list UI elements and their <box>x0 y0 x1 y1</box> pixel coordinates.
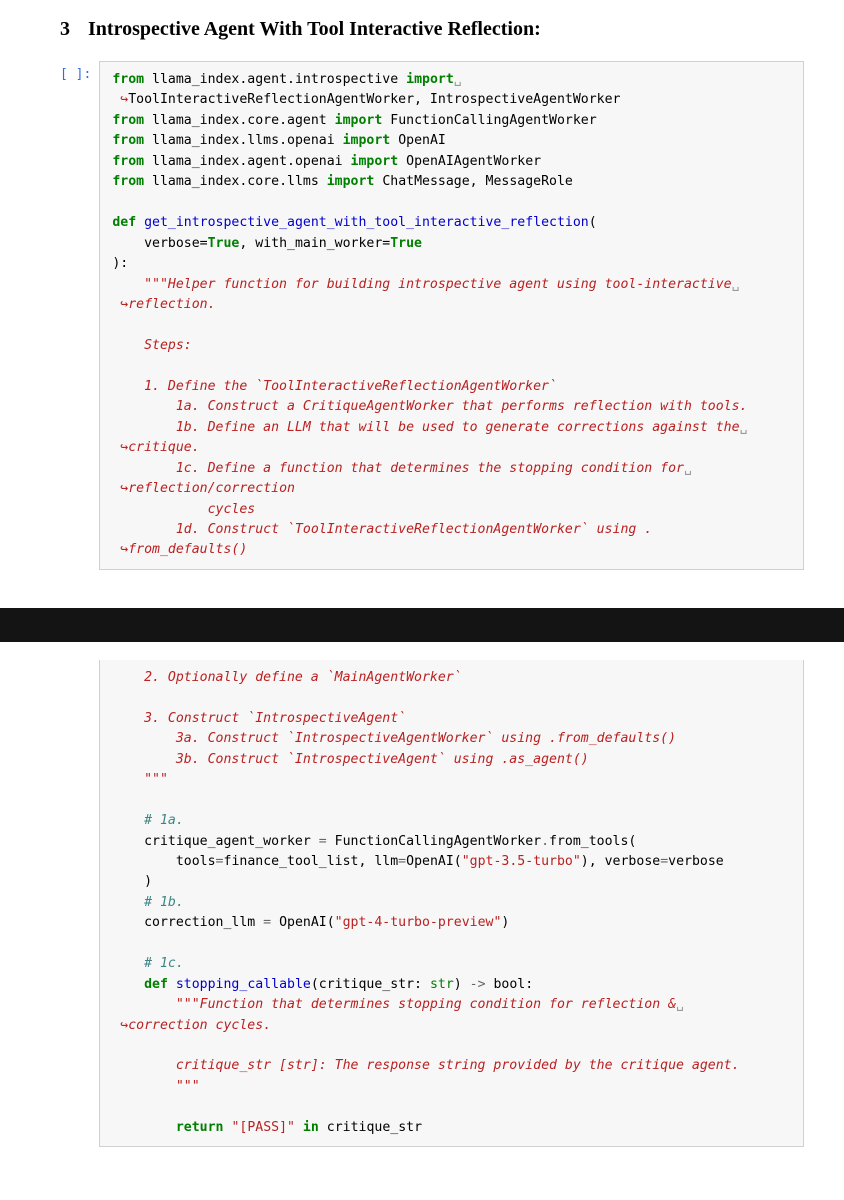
heading-title: Introspective Agent With Tool Interactiv… <box>88 18 541 40</box>
input-prompt[interactable]: [ ]: <box>60 61 91 82</box>
notebook-page: 3 Introspective Agent With Tool Interacti… <box>0 0 844 590</box>
page-divider <box>0 608 844 642</box>
section-heading: 3 Introspective Agent With Tool Interacti… <box>60 18 804 41</box>
notebook-page-2: [ ]: 2. Optionally define a `MainAgentWo… <box>0 660 844 1167</box>
code-block-1[interactable]: from llama_index.agent.introspective imp… <box>99 61 804 570</box>
heading-number: 3 <box>60 18 70 40</box>
code-cell: [ ]: from llama_index.agent.introspectiv… <box>60 61 804 570</box>
code-cell-cont: [ ]: 2. Optionally define a `MainAgentWo… <box>60 660 804 1147</box>
code-block-2[interactable]: 2. Optionally define a `MainAgentWorker`… <box>99 660 804 1147</box>
